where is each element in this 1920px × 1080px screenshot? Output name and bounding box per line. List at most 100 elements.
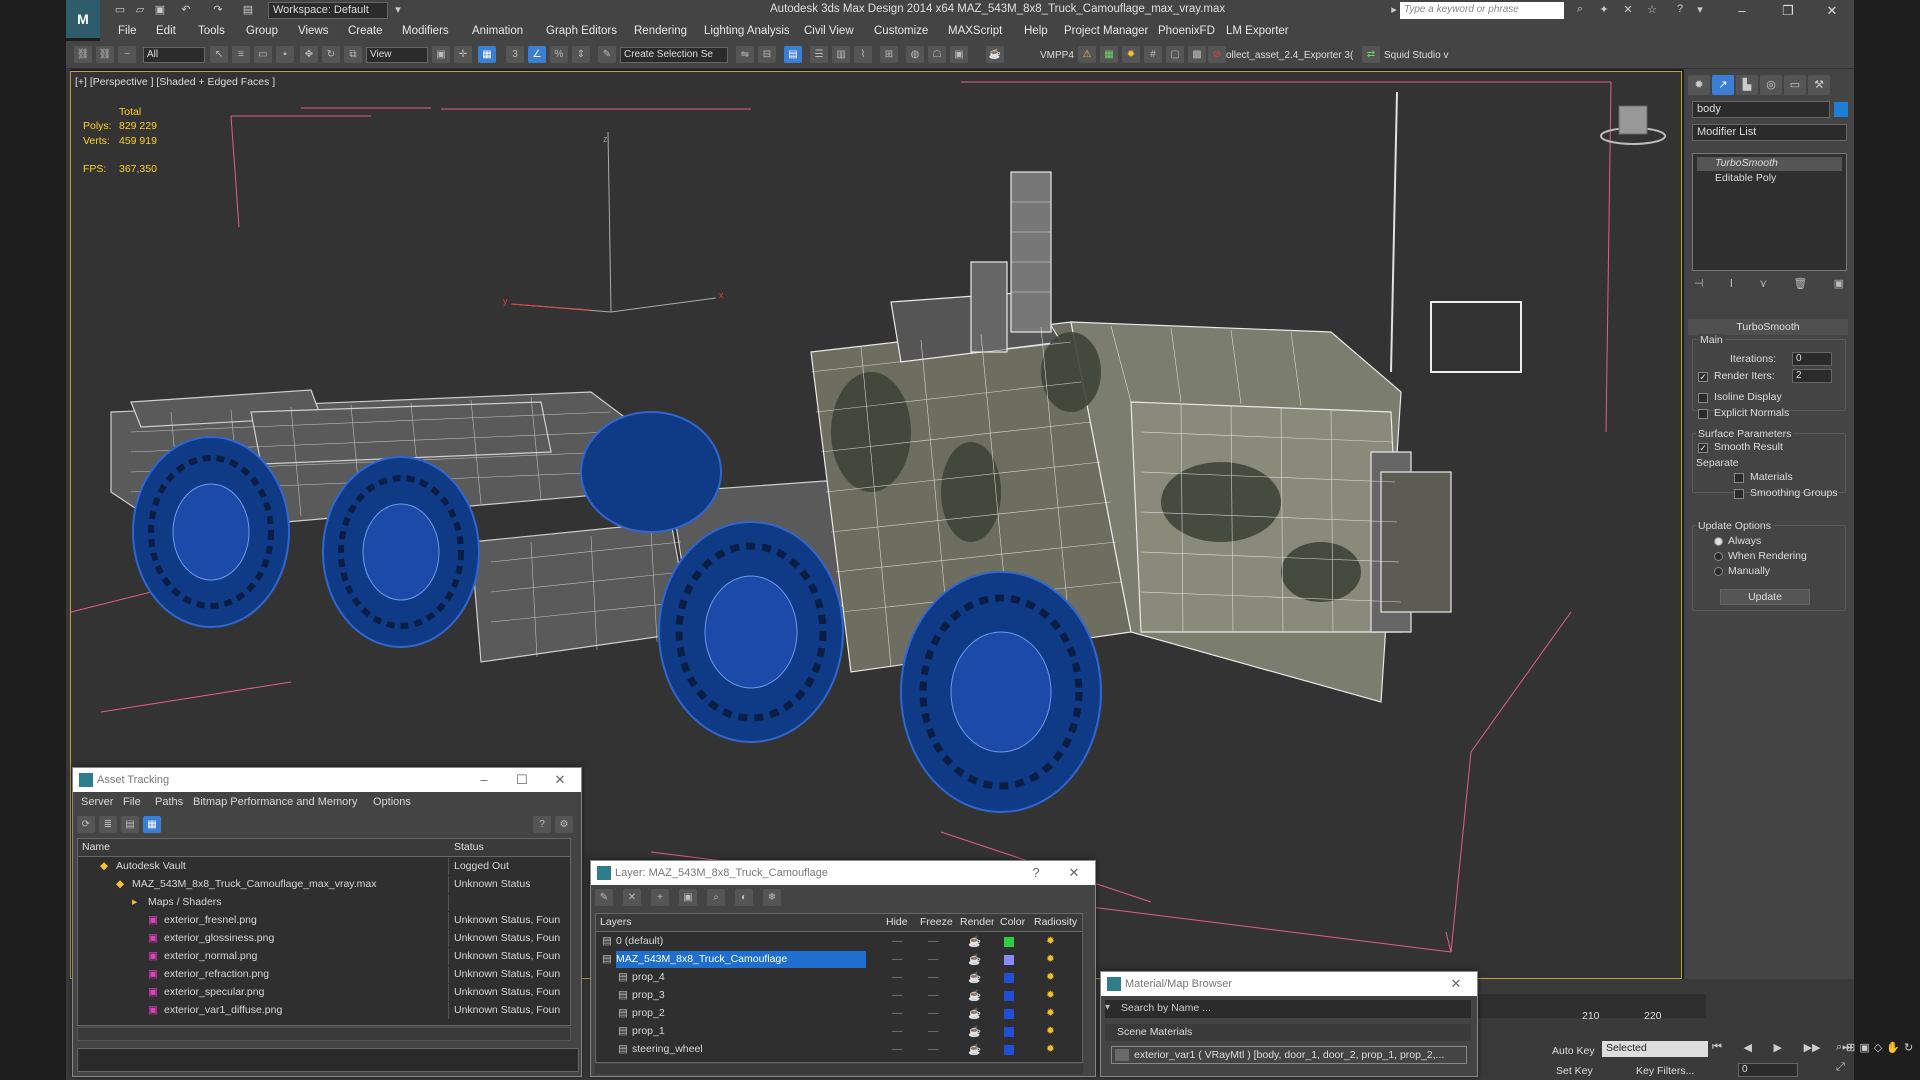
freeze-toggle-icon[interactable]: — (928, 953, 939, 965)
manually-radio[interactable] (1714, 567, 1723, 576)
layer-icon[interactable]: ▤ (618, 971, 628, 983)
zoom-icon[interactable]: ⌕ (1836, 1041, 1842, 1057)
table-view-icon[interactable]: ▦ (143, 816, 161, 833)
explicit-normals-checkbox[interactable] (1698, 409, 1708, 419)
list-view-icon[interactable]: ≣ (99, 816, 117, 833)
select-manipulate-icon[interactable]: ✛ (454, 46, 472, 63)
schematic-view-icon[interactable]: ⊞ (880, 46, 898, 63)
rendered-frame-window-icon[interactable]: ▣ (950, 46, 968, 63)
layer-icon[interactable]: ▤ (602, 935, 612, 947)
window-crossing-icon[interactable]: ▪ (276, 46, 294, 63)
menu-graph-editors[interactable]: Graph Editors (546, 25, 617, 37)
scene-explorer-icon[interactable]: ▤ (784, 46, 802, 63)
material-search-input[interactable]: Search by Name ... (1105, 1000, 1471, 1018)
layer-name[interactable]: prop_3 (632, 989, 866, 1001)
subscription-icon[interactable]: ✦ (1596, 3, 1612, 17)
orbit-icon[interactable]: ↻ (1904, 1041, 1913, 1057)
spinner-snap-icon[interactable]: ⇕ (572, 46, 590, 63)
search-input[interactable]: Type a keyword or phrase (1400, 2, 1564, 19)
material-item[interactable]: exterior_var1 ( VRayMtl ) [body, door_1,… (1111, 1046, 1467, 1064)
menu-project-manager[interactable]: Project Manager (1064, 25, 1148, 37)
edit-named-selection-icon[interactable]: ✎ (598, 46, 616, 63)
freeze-toggle-icon[interactable]: — (928, 1025, 939, 1037)
menu-file[interactable]: File (118, 25, 137, 37)
asset-close-icon[interactable]: ✕ (545, 768, 575, 792)
auto-key-button[interactable]: Auto Key (1552, 1045, 1595, 1057)
warning-icon[interactable]: ⚠ (1078, 46, 1096, 63)
layer-name[interactable]: prop_4 (632, 971, 866, 983)
smoothing-groups-checkbox[interactable] (1734, 489, 1744, 499)
delete-layer-icon[interactable]: ✕ (623, 889, 641, 906)
undo-icon[interactable]: ↶ (178, 3, 194, 17)
hide-toggle-icon[interactable]: — (892, 953, 903, 965)
layer-close-icon[interactable]: ✕ (1059, 861, 1089, 885)
layer-name[interactable]: 0 (default) (616, 935, 866, 947)
layer-color-swatch[interactable] (1004, 1027, 1014, 1037)
highlight-layer-icon[interactable]: ⌕ (707, 889, 725, 906)
asset-settings-icon[interactable]: ⚙ (555, 816, 573, 833)
hide-toggle-icon[interactable]: — (892, 989, 903, 1001)
create-layer-icon[interactable]: ✎ (595, 889, 613, 906)
layer-row[interactable]: ▤ prop_1 — — ☕ ✹ (596, 1023, 1082, 1040)
layer-color-swatch[interactable] (1004, 973, 1014, 983)
freeze-toggle-icon[interactable]: — (928, 1007, 939, 1019)
snaps-toggle-icon[interactable]: 3 (506, 46, 524, 63)
smooth-result-checkbox[interactable] (1698, 443, 1708, 453)
fov-icon[interactable]: ◇ (1874, 1041, 1882, 1057)
close-icon[interactable]: ✕ (1810, 0, 1854, 22)
next-frame-icon[interactable]: ▶▶ (1804, 1041, 1821, 1057)
select-link-icon[interactable]: ⛓ (74, 46, 92, 63)
render-toggle-icon[interactable]: ☕ (968, 953, 981, 966)
asset-menu-server[interactable]: Server (81, 796, 113, 808)
freeze-toggle-icon[interactable]: — (928, 989, 939, 1001)
render-production-icon[interactable]: ☕ (986, 46, 1004, 63)
layer-color-swatch[interactable] (1004, 937, 1014, 947)
utilities-tab-icon[interactable]: ⚒ (1808, 75, 1830, 95)
material-search-chevron-icon[interactable]: ▾ (1105, 1002, 1110, 1013)
table-row[interactable]: ▣ exterior_normal.png Unknown Status, Foun (78, 948, 570, 965)
rectangular-selection-icon[interactable]: ▭ (254, 46, 272, 63)
layer-row[interactable]: ▤ prop_2 — — ☕ ✹ (596, 1005, 1082, 1022)
layer-icon[interactable]: ▤ (618, 989, 628, 1001)
table-row[interactable]: ▣ exterior_refraction.png Unknown Status, … (78, 966, 570, 983)
light-bulb-icon[interactable]: ✹ (1122, 46, 1140, 63)
layer-icon[interactable]: ▤ (602, 953, 612, 965)
move-icon[interactable]: ✥ (300, 46, 318, 63)
freeze-toggle-icon[interactable]: — (928, 935, 939, 947)
play-icon[interactable]: ▶ (1774, 1041, 1782, 1057)
stack-item-turbosmooth[interactable]: TurboSmooth (1697, 157, 1842, 171)
details-view-icon[interactable]: ▤ (121, 816, 139, 833)
select-in-layer-icon[interactable]: ▣ (679, 889, 697, 906)
help-chevron-icon[interactable]: ▾ (1692, 3, 1708, 17)
table-row[interactable]: ▣ exterior_fresnel.png Unknown Status, Fou… (78, 912, 570, 929)
table-row[interactable]: ◆ Autodesk Vault Logged Out (78, 858, 570, 875)
menu-create[interactable]: Create (348, 25, 383, 37)
create-tab-icon[interactable]: ✹ (1688, 75, 1710, 95)
material-browser-titlebar[interactable]: Material/Map Browser (1101, 972, 1477, 996)
layer-name[interactable]: MAZ_543M_8x8_Truck_Camouflage (616, 951, 866, 968)
menu-rendering[interactable]: Rendering (634, 25, 687, 37)
asset-minimize-icon[interactable]: – (469, 768, 499, 792)
asset-tracking-titlebar[interactable]: Asset Tracking (73, 768, 581, 792)
menu-lm-exporter[interactable]: LM Exporter (1226, 25, 1289, 37)
when-rendering-radio[interactable] (1714, 552, 1723, 561)
scene-materials-section[interactable]: Scene Materials (1105, 1024, 1471, 1041)
menu-views[interactable]: Views (298, 25, 328, 37)
hide-toggle-icon[interactable]: — (892, 1043, 903, 1055)
layer-name[interactable]: steering_wheel (632, 1043, 866, 1055)
layer-icon[interactable]: ▤ (618, 1007, 628, 1019)
viewport-tool-icon[interactable]: ▢ (1166, 46, 1184, 63)
modify-tab-icon[interactable]: ↗ (1712, 75, 1734, 95)
asset-menu-file[interactable]: File (123, 796, 141, 808)
add-to-layer-icon[interactable]: + (651, 889, 669, 906)
hide-all-layers-icon[interactable]: ◐ (735, 889, 753, 906)
render-toggle-icon[interactable]: ☕ (968, 1043, 981, 1056)
render-toggle-icon[interactable]: ☕ (968, 971, 981, 984)
selection-filter-dropdown[interactable]: All (143, 47, 205, 63)
col-hide[interactable]: Hide (886, 916, 908, 928)
hide-toggle-icon[interactable]: — (892, 935, 903, 947)
col-radiosity[interactable]: Radiosity (1034, 916, 1077, 928)
zoom-all-icon[interactable]: ⊞ (1846, 1041, 1855, 1057)
layer-icon[interactable]: ▤ (618, 1043, 628, 1055)
minimize-icon[interactable]: – (1720, 0, 1764, 22)
